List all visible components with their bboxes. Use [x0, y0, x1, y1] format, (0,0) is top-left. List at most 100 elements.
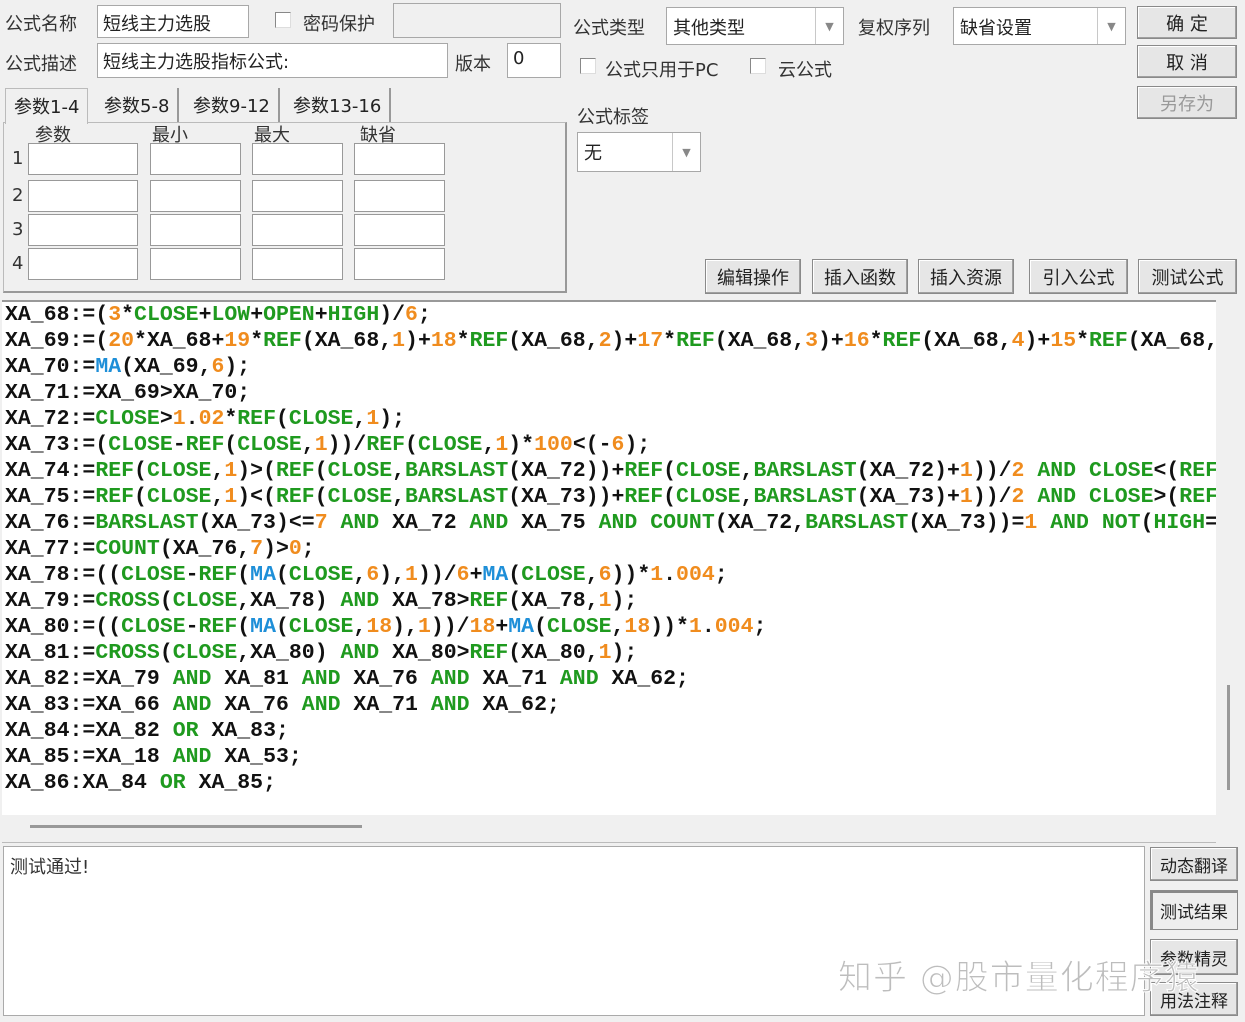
code-punct: ( [534, 615, 547, 639]
code-function: AND [430, 693, 470, 717]
code-number: 18 [366, 615, 393, 639]
formula-name-label: 公式名称 [5, 14, 77, 35]
password-checkbox[interactable] [275, 12, 291, 28]
code-identifier: XA_85 [5, 745, 70, 769]
formula-desc-input[interactable]: 短线主力选股指标公式: [97, 43, 448, 78]
param-min-input[interactable] [150, 143, 241, 175]
code-punct [328, 511, 341, 535]
param-default-input[interactable] [354, 143, 445, 175]
param-default-input[interactable] [354, 248, 445, 280]
code-line: XA_83:=XA_66 AND XA_76 AND XA_71 AND XA_… [2, 692, 1216, 718]
tab-params-1-4[interactable]: 参数1-4 [5, 88, 89, 124]
param-min-input[interactable] [150, 180, 241, 212]
vertical-scroll-thumb[interactable] [1227, 685, 1230, 790]
horizontal-scrollbar[interactable] [2, 815, 1216, 843]
param-default-input[interactable] [354, 180, 445, 212]
code-punct: ( [921, 329, 935, 353]
param-max-input[interactable] [252, 143, 343, 175]
param-name-input[interactable] [28, 248, 138, 280]
edit-operations-button[interactable]: 编辑操作 [705, 259, 801, 294]
param-row-number: 1 [12, 148, 24, 169]
code-punct: ( [405, 433, 418, 457]
cloud-checkbox[interactable] [750, 58, 766, 74]
code-punct: ( [275, 615, 289, 639]
tab-params-9-12[interactable]: 参数9-12 [185, 88, 280, 122]
param-wizard-button[interactable]: 参数精灵 [1150, 939, 1238, 975]
ok-button[interactable]: 确 定 [1137, 6, 1237, 39]
code-punct: , [585, 589, 599, 613]
code-punct [379, 589, 392, 613]
formula-type-select[interactable]: 其他类型 ▼ [666, 7, 844, 45]
vertical-scrollbar[interactable] [1216, 300, 1242, 815]
code-punct [289, 693, 302, 717]
adjust-select[interactable]: 缺省设置 ▼ [953, 7, 1126, 45]
code-identifier: XA_68 [1140, 329, 1206, 353]
code-punct: ))/ [972, 485, 1012, 509]
code-number: 1 [688, 615, 702, 639]
code-punct: ))+ [585, 459, 625, 483]
code-punct: ( [856, 485, 870, 509]
tab-params-13-16[interactable]: 参数13-16 [285, 88, 392, 122]
password-input[interactable] [393, 3, 561, 38]
code-function: CLOSE [172, 641, 238, 665]
test-result-button[interactable]: 测试结果 [1150, 890, 1238, 930]
chevron-down-icon[interactable]: ▼ [672, 133, 700, 171]
code-function: BARSLAST [753, 459, 857, 483]
param-name-input[interactable] [28, 143, 138, 175]
insert-function-button[interactable]: 插入函数 [812, 259, 908, 294]
param-max-input[interactable] [252, 214, 343, 246]
code-punct: ); [224, 355, 251, 379]
code-punct [211, 693, 224, 717]
code-punct [1037, 511, 1050, 535]
chevron-down-icon[interactable]: ▼ [1097, 8, 1125, 44]
code-line: XA_79:=CROSS(CLOSE,XA_78) AND XA_78>REF(… [2, 588, 1216, 614]
horizontal-scroll-thumb[interactable] [30, 825, 362, 828]
code-function: REF [237, 407, 276, 431]
code-identifier: XA_62 [482, 693, 547, 717]
code-identifier: XA_80 [250, 641, 315, 665]
save-as-button[interactable]: 另存为 [1137, 86, 1237, 119]
code-function: AND [301, 667, 341, 691]
code-identifier: XA_80 [521, 641, 586, 665]
insert-resource-button[interactable]: 插入资源 [918, 259, 1014, 294]
param-max-input[interactable] [252, 248, 343, 280]
code-function: CLOSE [146, 459, 212, 483]
tag-select[interactable]: 无 ▼ [577, 132, 701, 172]
param-default-input[interactable] [354, 214, 445, 246]
code-identifier: XA_68 [5, 303, 70, 327]
param-min-input[interactable] [150, 248, 241, 280]
code-punct: , [998, 329, 1012, 353]
dynamic-translate-button[interactable]: 动态翻译 [1150, 847, 1238, 881]
tab-params-5-8[interactable]: 参数5-8 [96, 88, 180, 122]
code-editor[interactable]: XA_68:=(3*CLOSE+LOW+OPEN+HIGH)/6; XA_69:=… [2, 300, 1216, 815]
code-punct [418, 693, 431, 717]
status-message: 测试通过! [10, 857, 90, 878]
param-name-input[interactable] [28, 180, 138, 212]
code-punct: - [185, 563, 199, 587]
formula-desc-label: 公式描述 [5, 54, 77, 75]
code-identifier: XA_80 [5, 615, 70, 639]
code-punct: ; [676, 667, 689, 691]
code-punct: ))* [611, 563, 651, 587]
cancel-button[interactable]: 取 消 [1137, 45, 1237, 78]
test-formula-button[interactable]: 测试公式 [1138, 259, 1237, 294]
import-formula-button[interactable]: 引入公式 [1029, 259, 1128, 294]
code-function: OR [159, 771, 186, 795]
code-punct: : [69, 771, 83, 795]
param-max-input[interactable] [252, 180, 343, 212]
param-min-input[interactable] [150, 214, 241, 246]
code-punct [586, 511, 599, 535]
formula-name-input[interactable]: 短线主力选股 [97, 5, 249, 38]
pc-only-checkbox[interactable] [580, 58, 596, 74]
version-input[interactable]: 0 [507, 43, 561, 78]
code-line: XA_78:=((CLOSE-REF(MA(CLOSE,6),1))/6+MA(… [2, 562, 1216, 588]
code-punct: ), [392, 615, 418, 639]
usage-notes-button[interactable]: 用法注释 [1150, 982, 1238, 1016]
code-punct: ( [198, 511, 212, 535]
code-punct [186, 771, 199, 795]
param-name-input[interactable] [28, 214, 138, 246]
chevron-down-icon[interactable]: ▼ [815, 8, 843, 44]
code-punct: ); [611, 641, 638, 665]
code-function: CLOSE [108, 433, 173, 457]
code-punct: - [172, 433, 186, 457]
